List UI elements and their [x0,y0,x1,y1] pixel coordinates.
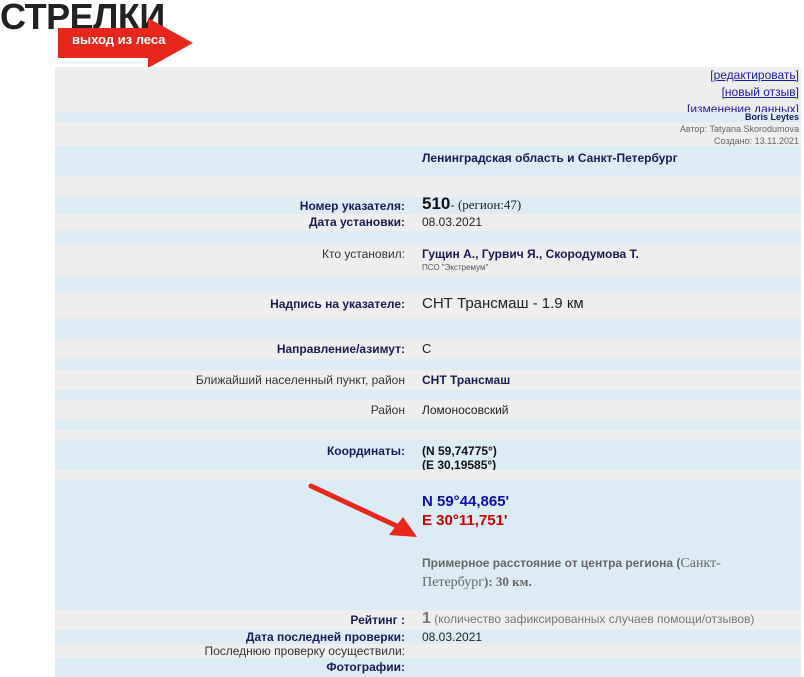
action-links: [редактировать] [новый отзыв] [изменение… [687,67,799,118]
row-sep7 [55,390,801,400]
number-label: Номер указателя: [299,199,405,213]
inscription-row: Надпись на указателе: СНТ Трансмаш - 1.9… [55,293,801,319]
photos-label: Фотографии: [326,660,405,674]
last-check-row: Дата последней проверки: 08.03.2021 [55,630,801,644]
row-sep [55,112,801,122]
rating-note: (количество зафиксированных случаев помо… [434,612,755,626]
row-sep6 [55,359,801,370]
installer-org: ПСО "Экстремум" [422,263,489,272]
nearest-row: Ближайший населенный пункт, район СНТ Тр… [55,370,801,390]
region-row: Ленинградская область и Санкт-Петербург [55,146,801,176]
checked-by-label: Последнюю проверку осуществили: [204,644,405,658]
header-row: [редактировать] [новый отзыв] [изменение… [55,67,801,116]
row-sep10 [55,470,801,480]
direction-value: С [422,341,432,356]
number-row: Номер указателя: 510- (регион:47) [55,194,801,214]
region-title: Ленинградская область и Санкт-Петербург [422,151,678,165]
coords-e: E 30°11,751' [422,512,508,529]
checked-by-row: Последнюю проверку осуществили: [55,644,801,658]
edit-link[interactable]: [редактировать] [710,68,799,82]
rating-value: 1 [422,610,431,627]
installer-org-row: ПСО "Экстремум" [55,263,801,277]
installer-value: Гущин А., Гурвич Я., Скородумова Т. [422,247,639,261]
row-sep3 [55,231,801,245]
distance-suffix: ): 30 км. [484,574,532,589]
inscription-label: Надпись на указателе: [270,297,405,311]
new-review-link[interactable]: [новый отзыв] [722,85,799,99]
photos-row: Фотографии: [55,658,801,677]
nearest-label: Ближайший населенный пункт, район [195,373,405,387]
date-row: Дата установки: 08.03.2021 [55,214,801,231]
district-label: Район [370,403,405,417]
rating-wrap: 1 (количество зафиксированных случаев по… [422,610,754,628]
row-sep5 [55,319,801,339]
author-text: Автор: Tatyana Skorodumova [679,124,799,134]
distance-text: Примерное расстояние от центра региона (… [422,554,782,592]
number-value-wrap: 510- (регион:47) [422,194,521,214]
coords-n: N 59°44,865' [422,493,510,510]
coords-dec-n: (N 59,74775°) [422,444,497,458]
nearest-value: СНТ Трансмаш [422,373,511,387]
number-value: 510 [422,194,451,213]
direction-row: Направление/азимут: С [55,339,801,359]
number-region: - (регион:47) [450,197,522,212]
logo-subtitle: выход из леса [72,32,166,47]
distance-row: Примерное расстояние от центра региона (… [55,540,801,610]
district-row: Район Ломоносовский [55,400,801,420]
rating-row: Рейтинг : 1 (количество зафиксированных … [55,610,801,630]
row-sep4 [55,277,801,293]
coords-label: Координаты: [326,444,405,458]
last-check-label: Дата последней проверки: [245,630,405,644]
row-sep8 [55,420,801,430]
coords-row: Координаты: (N 59,74775°) (E 30,19585°) [55,440,801,472]
user-name: Boris Leytes [744,112,799,122]
site-logo[interactable]: СТРЕЛКИ выход из леса [0,0,200,68]
pointer-arrow-icon [308,483,417,537]
row-sep9 [55,430,801,440]
installer-label: Кто установил: [322,247,405,261]
created-text: Создано: 13.11.2021 [714,136,799,146]
last-check-value: 08.03.2021 [422,630,483,644]
rating-label: Рейтинг : [350,613,405,627]
distance-prefix: Примерное расстояние от центра региона ( [422,556,681,570]
inscription-value: СНТ Трансмаш - 1.9 км [422,295,584,312]
district-value: Ломоносовский [422,403,509,417]
installer-row: Кто установил: Гущин А., Гурвич Я., Скор… [55,245,801,265]
direction-label: Направление/азимут: [276,342,405,356]
date-label: Дата установки: [308,215,405,229]
coords-minutes-row: N 59°44,865' E 30°11,751' [55,480,801,540]
date-value: 08.03.2021 [422,215,483,229]
